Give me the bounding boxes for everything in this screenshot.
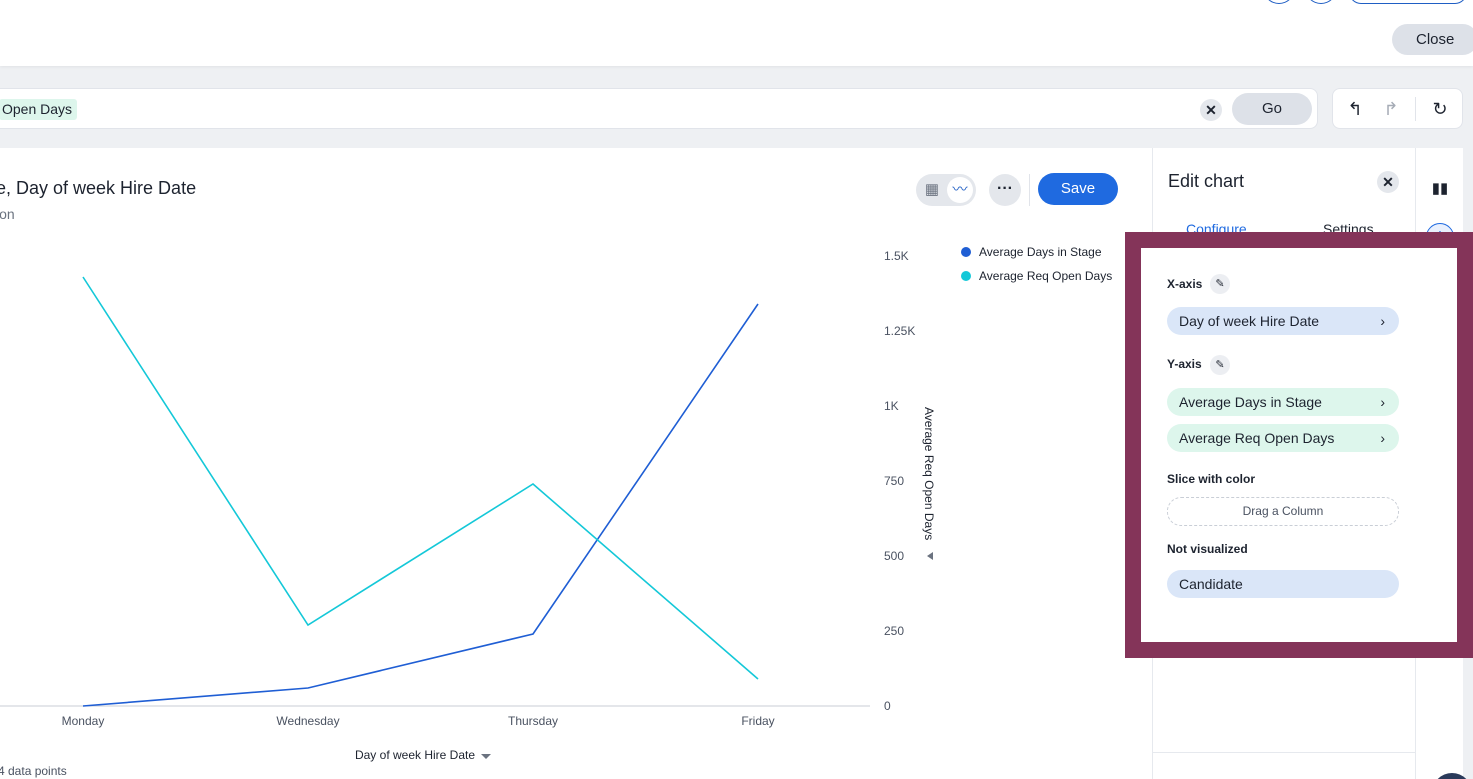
x-axis-label[interactable]: Day of week Hire Date <box>355 748 475 762</box>
chart-legend: Average Days in Stage Average Req Open Da… <box>961 245 1112 283</box>
chevron-down-icon[interactable] <box>481 754 491 759</box>
y-axis-chip-1[interactable]: Average Days in Stage › <box>1167 388 1399 416</box>
chevron-right-icon: › <box>1380 313 1385 329</box>
x-tick-label: Wednesday <box>276 714 339 728</box>
drop-zone[interactable]: Drag a Column <box>1167 497 1399 526</box>
top-circle-icon[interactable] <box>1263 0 1295 4</box>
x-axis-chip[interactable]: Day of week Hire Date › <box>1167 307 1399 335</box>
x-tick-label: Monday <box>62 714 105 728</box>
close-icon[interactable]: ✕ <box>1377 171 1399 193</box>
x-tick-label: Thursday <box>508 714 558 728</box>
series-line-2[interactable] <box>82 276 759 680</box>
top-pill-button[interactable] <box>1349 0 1467 4</box>
y-tick-label: 1.5K <box>884 249 909 263</box>
undo-icon[interactable]: ↰ <box>1343 97 1367 121</box>
legend-label[interactable]: Average Req Open Days <box>979 269 1112 283</box>
legend-swatch[interactable] <box>961 271 971 281</box>
y-tick-label: 500 <box>884 549 904 563</box>
legend-swatch[interactable] <box>961 247 971 257</box>
not-visualized-chip[interactable]: Candidate <box>1167 570 1399 598</box>
y-tick-label: 250 <box>884 624 904 638</box>
x-axis-heading: X-axis <box>1167 277 1203 291</box>
bar-chart-icon[interactable]: ▮▮ <box>1426 175 1454 203</box>
y-tick-label: 1.25K <box>884 324 915 338</box>
history-controls: ↰ ↱ ↻ <box>1332 88 1463 129</box>
close-icon[interactable]: ✕ <box>1200 99 1222 121</box>
y-axis-heading: Y-axis <box>1167 357 1202 371</box>
x-axis-ticks: Monday Wednesday Thursday Friday <box>62 714 775 728</box>
top-circle-icon-2[interactable] <box>1305 0 1337 4</box>
series-lines <box>82 276 759 707</box>
y-tick-label: 750 <box>884 474 904 488</box>
y-axis-chip-2[interactable]: Average Req Open Days › <box>1167 424 1399 452</box>
series-line-1[interactable] <box>82 303 759 707</box>
line-chart: 0 250 500 750 1K 1.25K 1.5K Monday Wednesday Thu… <box>0 245 1112 762</box>
go-button[interactable]: Go <box>1232 93 1312 125</box>
slice-heading: Slice with color <box>1167 472 1256 486</box>
divider <box>1153 752 1416 753</box>
pencil-icon[interactable]: ✎ <box>1210 274 1230 294</box>
panel-title: Edit chart <box>1168 171 1245 191</box>
chip-label: Day of week Hire Date <box>1179 313 1320 329</box>
divider <box>1415 97 1416 121</box>
chevron-right-icon: › <box>1380 394 1385 410</box>
y-tick-label: 1K <box>884 399 899 413</box>
legend-label[interactable]: Average Days in Stage <box>979 245 1102 259</box>
chip-label: Candidate <box>1179 576 1243 592</box>
chip-label: Average Days in Stage <box>1179 394 1322 410</box>
not-visualized-heading: Not visualized <box>1167 542 1248 556</box>
y-axis-sort-icon[interactable] <box>927 552 933 560</box>
redo-icon[interactable]: ↱ <box>1379 97 1403 121</box>
y-axis-label[interactable]: Average Req Open Days <box>922 407 936 540</box>
y-axis-ticks: 0 250 500 750 1K 1.25K 1.5K <box>884 249 915 713</box>
y-tick-label: 0 <box>884 699 891 713</box>
chevron-right-icon: › <box>1380 430 1385 446</box>
reset-icon[interactable]: ↻ <box>1428 97 1452 121</box>
x-tick-label: Friday <box>741 714 774 728</box>
pencil-icon[interactable]: ✎ <box>1210 355 1230 375</box>
close-button[interactable]: Close <box>1392 24 1473 55</box>
chip-label: Average Req Open Days <box>1179 430 1335 446</box>
